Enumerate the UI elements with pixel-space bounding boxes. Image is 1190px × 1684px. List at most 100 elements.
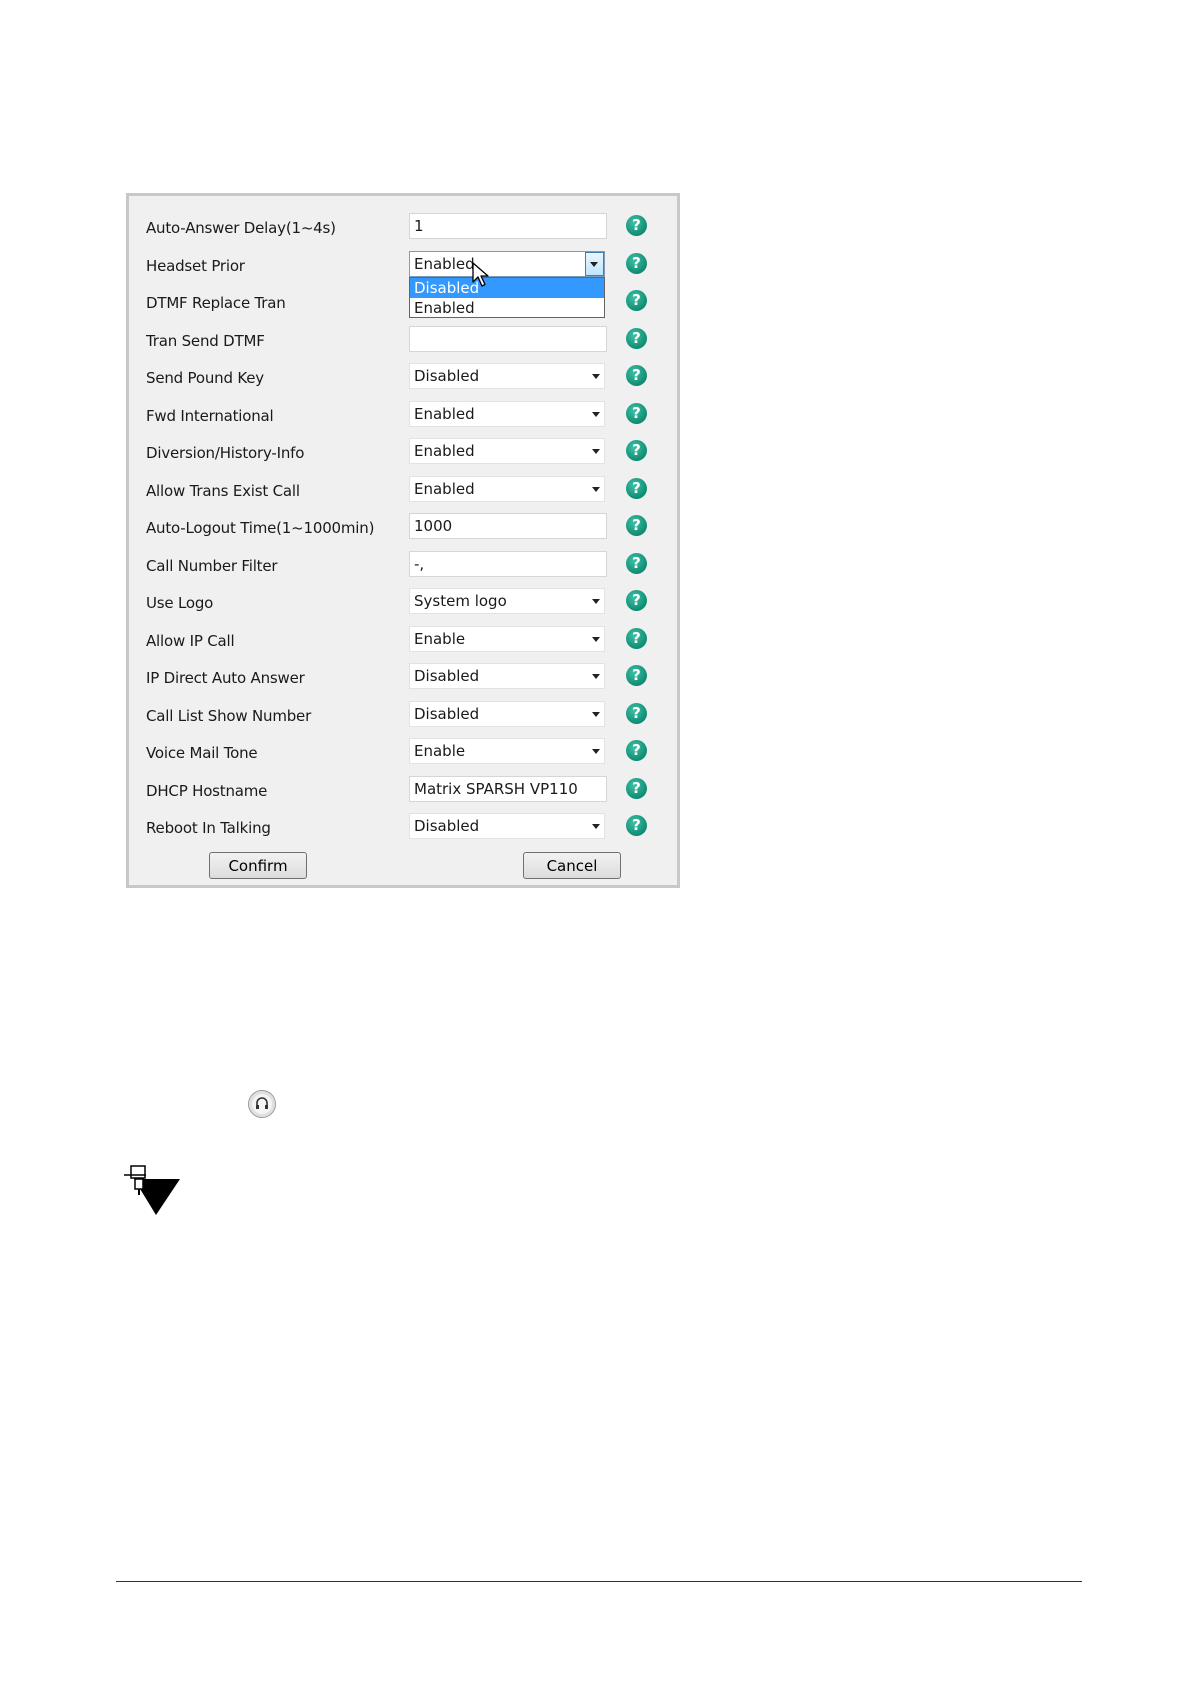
help-icon[interactable]: ? (626, 365, 647, 386)
dropdown-option[interactable]: Disabled (410, 277, 604, 298)
setting-label: Call List Show Number (146, 706, 312, 725)
chevron-down-icon (592, 749, 600, 754)
setting-value: 1000 (414, 517, 453, 535)
setting-label: Tran Send DTMF (146, 331, 265, 350)
setting-label: Allow IP Call (146, 631, 235, 650)
setting-select[interactable]: Enabled (409, 400, 605, 427)
setting-label: IP Direct Auto Answer (146, 669, 305, 687)
setting-row: Fwd International Enabled? (129, 398, 677, 435)
chevron-down-icon (592, 449, 600, 454)
chevron-down-icon (590, 261, 598, 267)
cancel-button[interactable]: Cancel (523, 852, 621, 879)
setting-value: Matrix SPARSH VP110 (414, 779, 578, 798)
setting-value: Disabled (414, 704, 480, 723)
setting-label: Reboot In Talking (146, 819, 271, 837)
help-icon[interactable]: ? (626, 815, 647, 836)
help-icon[interactable]: ? (626, 477, 647, 499)
setting-value: 1 (414, 217, 424, 235)
help-icon[interactable]: ? (626, 252, 647, 274)
setting-label: Auto-Answer Delay(1~4s) (146, 219, 336, 237)
setting-text-input[interactable]: -, (409, 550, 607, 577)
help-icon[interactable]: ? (626, 552, 647, 574)
help-icon[interactable]: ? (626, 440, 647, 461)
help-icon[interactable]: ? (626, 627, 647, 649)
setting-row: Auto-Answer Delay(1~4s) 1? (129, 210, 677, 247)
setting-select[interactable]: Disabled (409, 813, 605, 839)
chevron-down-icon (592, 711, 600, 717)
setting-row: Allow IP Call Enable? (129, 623, 677, 660)
setting-label: Allow Trans Exist Call (146, 481, 300, 500)
setting-value: Disabled (414, 817, 480, 835)
setting-row: Call List Show Number Disabled? (129, 698, 677, 735)
setting-text-input[interactable]: 1000 (409, 513, 607, 539)
setting-row: IP Direct Auto Answer Disabled? (129, 660, 677, 697)
setting-value: System logo (414, 592, 507, 610)
headset-prior-options: Disabled Enabled (409, 276, 605, 318)
setting-value: Enabled (414, 479, 475, 498)
help-icon[interactable]: ? (626, 402, 647, 424)
help-icon[interactable]: ? (626, 740, 647, 761)
help-icon[interactable]: ? (626, 702, 647, 724)
chevron-down-icon (592, 674, 600, 679)
help-icon[interactable]: ? (626, 590, 647, 611)
mouse-pointer-icon (472, 261, 490, 292)
setting-label: DTMF Replace Tran (146, 294, 286, 312)
setting-label: Headset Prior (146, 256, 245, 275)
setting-select[interactable]: Disabled (409, 363, 605, 389)
setting-value: Disabled (414, 367, 480, 385)
dropdown-option[interactable]: Enabled (410, 298, 604, 318)
help-icon[interactable]: ? (626, 290, 647, 311)
setting-text-input[interactable] (409, 325, 607, 352)
headset-prior-select[interactable]: Enabled (409, 250, 605, 277)
chevron-down-icon (592, 411, 600, 417)
confirm-button[interactable]: Confirm (209, 852, 307, 879)
setting-row: Voice Mail Tone Enable? (129, 735, 677, 772)
setting-label: Diversion/History-Info (146, 444, 305, 462)
settings-panel: Confirm Cancel Auto-Answer Delay(1~4s) 1?… (126, 193, 680, 888)
setting-row: Reboot In Talking Disabled? (129, 810, 677, 847)
setting-row: Call Number Filter -,? (129, 548, 677, 585)
setting-label: Fwd International (146, 406, 274, 425)
help-icon[interactable]: ? (626, 327, 647, 349)
setting-value: Enabled (414, 442, 475, 460)
setting-text-input[interactable]: 1 (409, 213, 607, 239)
setting-select[interactable]: Enabled (409, 475, 605, 502)
setting-select[interactable]: System logo (409, 588, 605, 614)
setting-row: DHCP Hostname Matrix SPARSH VP110? (129, 773, 677, 810)
setting-select[interactable]: Enable (409, 625, 605, 652)
setting-value: Enabled (414, 254, 475, 273)
help-icon[interactable]: ? (626, 665, 647, 686)
help-icon[interactable]: ? (626, 515, 647, 536)
setting-row: Send Pound Key Disabled? (129, 360, 677, 397)
setting-row: Use Logo System logo? (129, 585, 677, 622)
chevron-down-icon (592, 636, 600, 642)
setting-select[interactable]: Disabled (409, 663, 605, 689)
setting-label: DHCP Hostname (146, 781, 268, 800)
setting-value: Disabled (414, 667, 480, 685)
dropdown-arrow-button[interactable] (585, 251, 604, 276)
help-icon[interactable]: ? (626, 215, 647, 236)
chevron-down-icon (592, 824, 600, 829)
setting-select[interactable]: Enabled (409, 438, 605, 464)
chevron-down-icon (592, 599, 600, 604)
headset-key-icon (248, 1090, 276, 1118)
setting-value: Enabled (414, 404, 475, 423)
setting-label: Use Logo (146, 594, 214, 612)
setting-value: -, (414, 554, 425, 573)
setting-value: Enable (414, 742, 466, 760)
setting-label: Auto-Logout Time(1~1000min) (146, 519, 375, 537)
chevron-down-icon (592, 374, 600, 379)
setting-select[interactable]: Enable (409, 738, 605, 764)
note-pin-icon (122, 1165, 180, 1221)
setting-row: Auto-Logout Time(1~1000min) 1000? (129, 510, 677, 547)
setting-label: Send Pound Key (146, 369, 264, 387)
setting-row: Allow Trans Exist Call Enabled? (129, 473, 677, 510)
setting-label: Call Number Filter (146, 556, 278, 575)
chevron-down-icon (592, 486, 600, 492)
setting-text-input[interactable]: Matrix SPARSH VP110 (409, 775, 607, 802)
setting-value: Enable (414, 629, 466, 648)
help-icon[interactable]: ? (626, 777, 647, 799)
setting-select[interactable]: Disabled (409, 700, 605, 727)
setting-label: Voice Mail Tone (146, 744, 258, 762)
setting-row: Diversion/History-Info Enabled? (129, 435, 677, 472)
